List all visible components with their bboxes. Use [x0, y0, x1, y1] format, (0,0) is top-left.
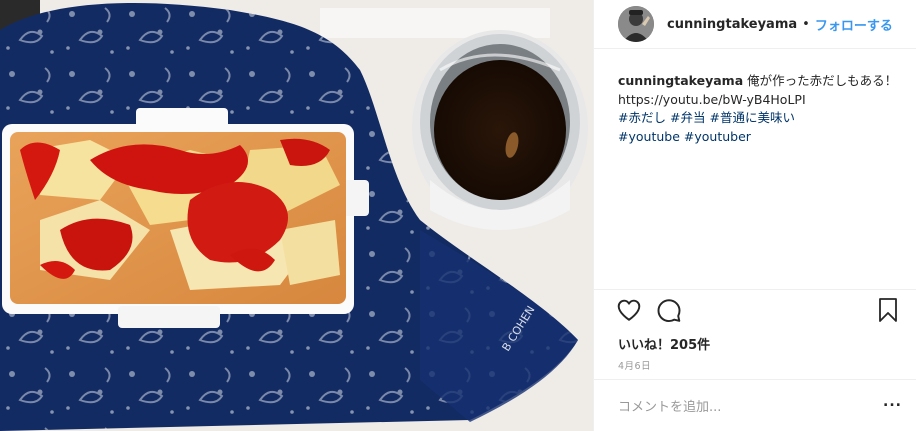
header-divider	[594, 48, 916, 49]
caption-first-line: cunningtakeyama 俺が作った赤だしもある！	[618, 72, 908, 91]
post-side-panel: cunningtakeyama • フォローする cunningtakeyama…	[593, 0, 916, 431]
heart-outline-icon[interactable]	[616, 297, 642, 327]
hashtag-bento[interactable]: #弁当	[670, 110, 705, 125]
bookmark-icon[interactable]	[876, 297, 900, 327]
author-username[interactable]: cunningtakeyama	[667, 17, 797, 32]
likes-count[interactable]: いいね！205件	[618, 334, 710, 353]
post-photo[interactable]: B COHEN	[0, 0, 593, 431]
comment-divider	[594, 379, 916, 380]
post-caption: cunningtakeyama 俺が作った赤だしもある！ https://you…	[618, 72, 908, 146]
post-date: 4月6日	[618, 361, 652, 372]
actions-divider	[594, 289, 916, 290]
header-separator: •	[802, 16, 810, 32]
caption-hashtags: #赤だし #弁当 #普通に美味い	[618, 109, 908, 128]
comment-input[interactable]: コメントを追加...	[618, 396, 858, 415]
post-actions	[616, 297, 897, 327]
avatar-image	[618, 6, 654, 42]
hashtag-futsu-ni-umai[interactable]: #普通に美味い	[709, 110, 794, 125]
caption-username[interactable]: cunningtakeyama	[618, 73, 743, 88]
caption-text: 俺が作った赤だしもある！	[747, 73, 898, 88]
hashtag-youtuber[interactable]: #youtuber	[684, 129, 751, 144]
caption-link[interactable]: https://youtu.be/bW-yB4HoLPI	[618, 91, 908, 110]
avatar[interactable]	[618, 6, 654, 42]
post-image: B COHEN	[0, 0, 593, 431]
caption-hashtags-line2: #youtube #youtuber	[618, 128, 908, 147]
follow-button[interactable]: フォローする	[815, 15, 893, 34]
ellipsis-icon[interactable]: ...	[883, 394, 902, 410]
speech-bubble-icon[interactable]	[656, 297, 682, 327]
hashtag-akadashi[interactable]: #赤だし	[618, 110, 666, 125]
post-header: cunningtakeyama • フォローする	[594, 0, 916, 48]
hashtag-youtube[interactable]: #youtube	[618, 129, 680, 144]
